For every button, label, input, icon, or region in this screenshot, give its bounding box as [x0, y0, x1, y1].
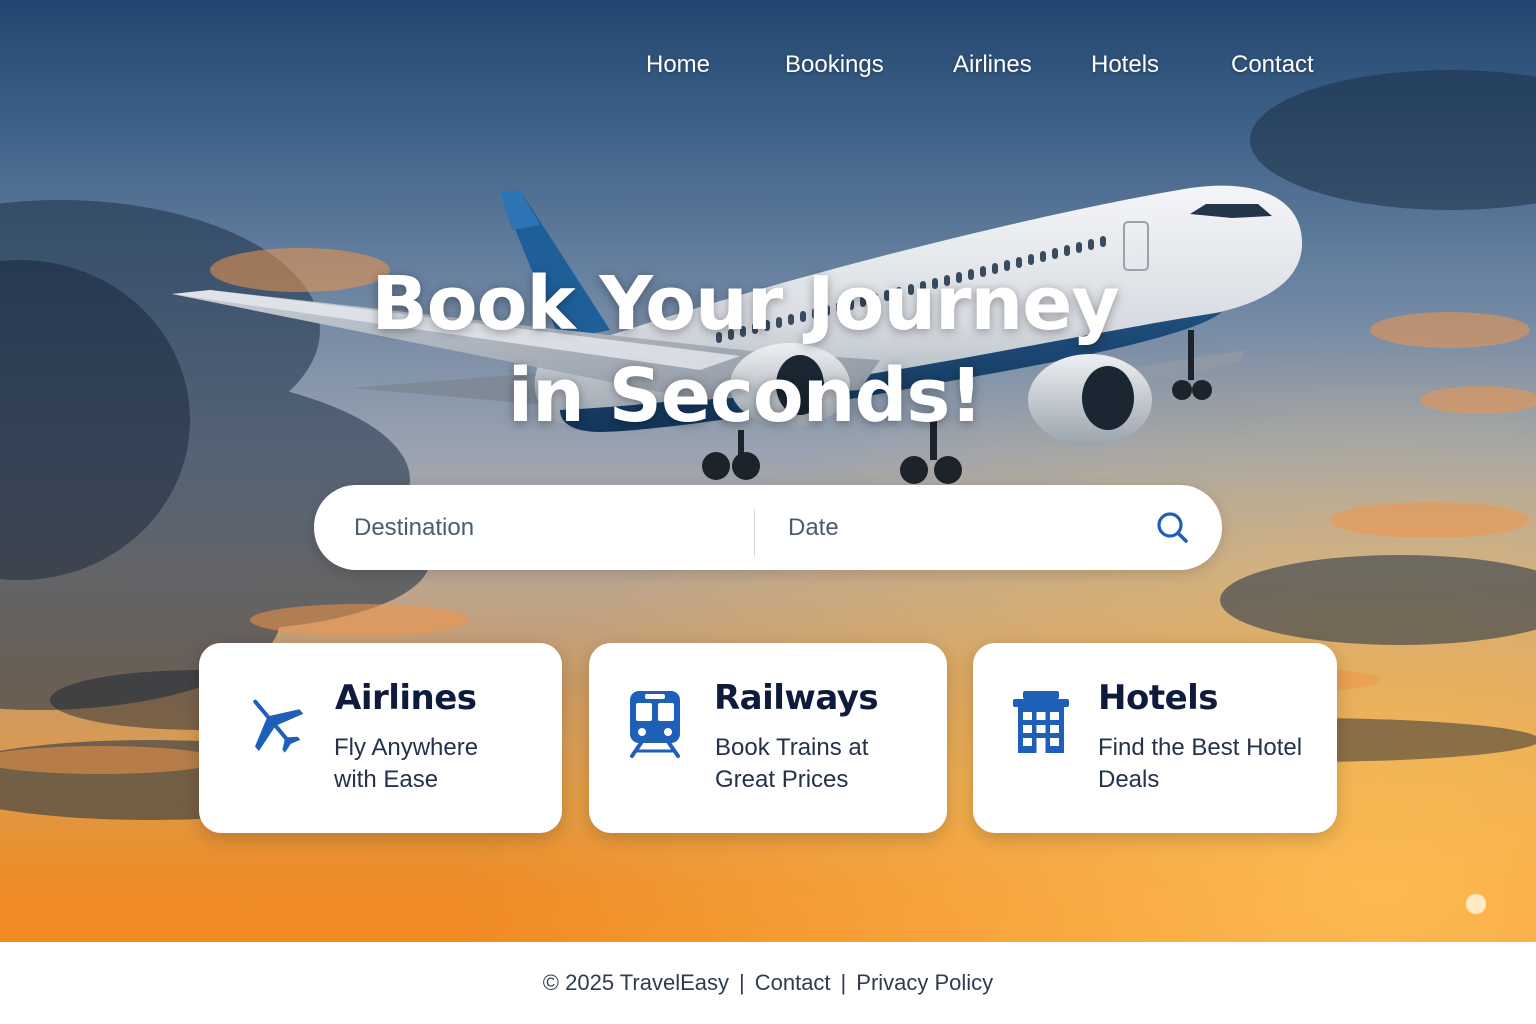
footer-privacy-link[interactable]: Privacy Policy [856, 970, 993, 996]
hero-section: Home Bookings Airlines Hotels Contact Bo… [0, 0, 1536, 942]
card-description: Find the Best Hotel Deals [1098, 732, 1302, 796]
date-input[interactable] [788, 503, 1128, 553]
card-description-line1: Book Trains at [715, 734, 869, 761]
nav-link-airlines[interactable]: Airlines [953, 47, 1032, 83]
footer-copyright: © 2025 TravelEasy [542, 970, 729, 995]
destination-input[interactable] [354, 503, 734, 553]
card-title: Hotels [1098, 678, 1219, 718]
card-airlines[interactable]: Airlines Fly Anywhere with Ease [199, 643, 562, 833]
footer-contact-link[interactable]: Contact [755, 970, 831, 996]
airplane-icon [253, 699, 304, 753]
train-icon [630, 691, 680, 758]
hero-headline: Book Your Journey in Seconds! [290, 258, 1200, 442]
card-description-line1: Fly Anywhere [334, 734, 479, 761]
card-description-line2: Great Prices [715, 766, 849, 793]
card-hotels[interactable]: Hotels Find the Best Hotel Deals [973, 643, 1337, 833]
nav-link-contact[interactable]: Contact [1231, 47, 1314, 83]
card-description: Fly Anywhere with Ease [334, 732, 478, 796]
footer-separator: | [739, 970, 745, 995]
card-description: Book Trains at Great Prices [715, 732, 868, 796]
search-bar [314, 485, 1222, 570]
hero-headline-line1: Book Your Journey [371, 261, 1119, 347]
hotel-building-icon [1013, 691, 1069, 753]
footer-separator: | [840, 970, 847, 995]
card-title: Railways [714, 678, 879, 718]
card-title: Airlines [335, 678, 477, 718]
nav-link-bookings[interactable]: Bookings [785, 47, 884, 83]
nav-link-hotels[interactable]: Hotels [1091, 47, 1159, 83]
search-divider [754, 509, 755, 557]
card-railways[interactable]: Railways Book Trains at Great Prices [589, 643, 947, 833]
hero-headline-line2: in Seconds! [507, 353, 983, 439]
footer: © 2025 TravelEasy | Contact | Privacy Po… [0, 942, 1536, 1024]
search-icon [1157, 512, 1188, 543]
search-button[interactable] [1150, 505, 1196, 551]
page: Home Bookings Airlines Hotels Contact Bo… [0, 0, 1536, 1024]
card-description-line1: Find the Best Hotel [1098, 734, 1303, 761]
card-description-line2: with Ease [334, 766, 439, 793]
nav-link-home[interactable]: Home [646, 47, 710, 83]
card-description-line2: Deals [1098, 766, 1160, 793]
